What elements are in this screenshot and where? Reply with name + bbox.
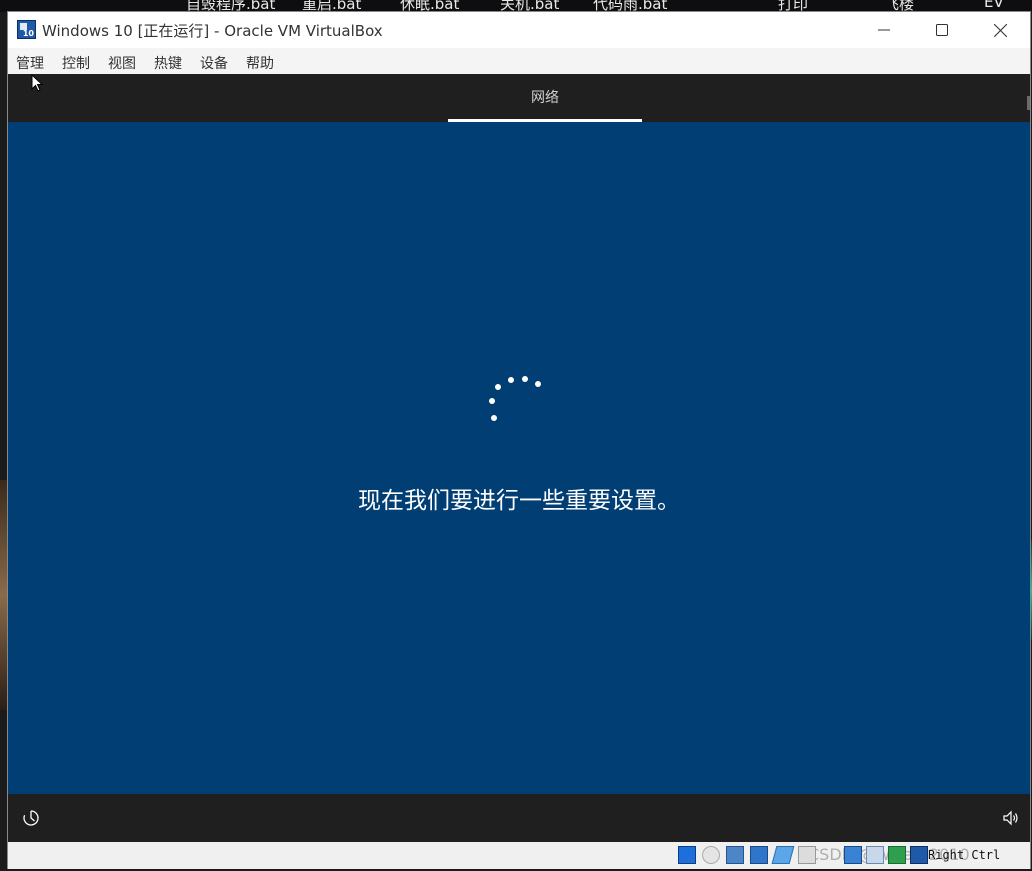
mouse-pointer-icon bbox=[31, 74, 44, 92]
usb-icon[interactable] bbox=[771, 846, 795, 864]
title-bar[interactable]: Windows 10 [正在运行] - Oracle VM VirtualBox bbox=[8, 12, 1030, 48]
status-bar: CSDN @Willam2010 Right Ctrl bbox=[8, 842, 1030, 869]
volume-icon[interactable] bbox=[1002, 809, 1020, 827]
menu-hotkey[interactable]: 热键 bbox=[154, 53, 182, 73]
virtualbox-app-icon[interactable] bbox=[17, 20, 36, 39]
menu-control[interactable]: 控制 bbox=[62, 53, 90, 73]
window-title: Windows 10 [正在运行] - Oracle VM VirtualBox bbox=[42, 22, 383, 40]
menu-devices[interactable]: 设备 bbox=[200, 53, 228, 73]
spinner-dot bbox=[522, 376, 528, 382]
guest-display[interactable]: 网络 现在我们要进行一些重要设置。 bbox=[8, 74, 1030, 842]
hard-disk-icon[interactable] bbox=[678, 846, 696, 864]
setup-message: 现在我们要进行一些重要设置。 bbox=[358, 488, 680, 514]
tab-network-label: 网络 bbox=[531, 89, 559, 106]
menu-bar: 管理 控制 视图 热键 设备 帮助 bbox=[8, 48, 1030, 74]
spinner-dot bbox=[489, 398, 495, 404]
oobe-footer bbox=[8, 794, 1030, 842]
desktop-shortcut[interactable]: EV bbox=[984, 0, 1004, 11]
shared-folder-icon[interactable] bbox=[798, 846, 816, 864]
optical-drive-icon[interactable] bbox=[702, 846, 720, 864]
vt-x-icon[interactable] bbox=[888, 846, 906, 864]
spinner-dot bbox=[535, 381, 541, 387]
mouse-integration-icon[interactable] bbox=[910, 846, 928, 864]
audio-icon[interactable] bbox=[726, 846, 744, 864]
tab-network[interactable]: 网络 bbox=[448, 74, 642, 122]
network-icon[interactable] bbox=[750, 846, 768, 864]
scrollbar-marker bbox=[1027, 96, 1030, 110]
host-key-label[interactable]: Right Ctrl bbox=[928, 848, 1000, 862]
maximize-icon bbox=[936, 24, 948, 36]
menu-help[interactable]: 帮助 bbox=[246, 53, 274, 73]
display-icon[interactable] bbox=[844, 846, 862, 864]
loading-spinner-icon bbox=[486, 374, 546, 424]
minimize-icon bbox=[878, 29, 890, 31]
recording-icon[interactable] bbox=[866, 846, 884, 864]
maximize-button[interactable] bbox=[914, 12, 970, 48]
spinner-dot bbox=[491, 415, 497, 421]
virtualbox-window: Windows 10 [正在运行] - Oracle VM VirtualBox… bbox=[7, 11, 1031, 869]
close-button[interactable] bbox=[972, 12, 1028, 48]
ease-of-access-icon[interactable] bbox=[22, 809, 40, 827]
spinner-dot bbox=[495, 384, 501, 390]
close-icon bbox=[993, 23, 1007, 37]
minimize-button[interactable] bbox=[856, 12, 912, 48]
menu-manage[interactable]: 管理 bbox=[16, 53, 44, 73]
oobe-header: 网络 bbox=[8, 74, 1030, 122]
menu-view[interactable]: 视图 bbox=[108, 53, 136, 73]
spinner-dot bbox=[508, 377, 514, 383]
